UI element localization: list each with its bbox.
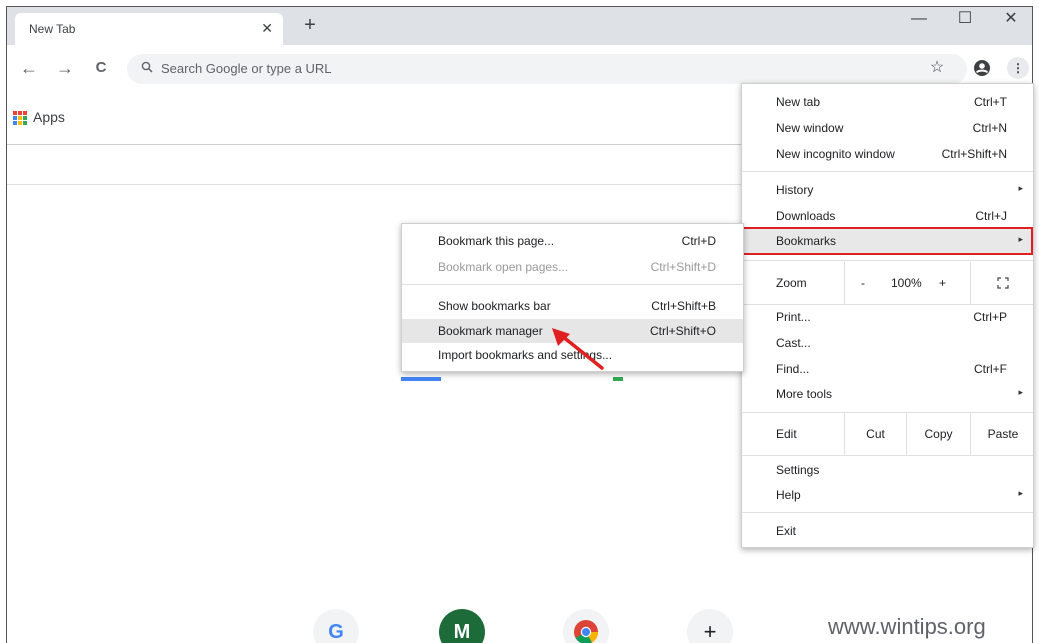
- submenu-shortcut: Ctrl+D: [681, 234, 716, 248]
- submenu-shortcut: Ctrl+Shift+O: [649, 324, 716, 338]
- zoom-out-button[interactable]: -: [861, 262, 865, 304]
- back-icon[interactable]: ←: [19, 58, 39, 78]
- tile-edge: [613, 377, 623, 381]
- submenu-label: Bookmark manager: [438, 324, 543, 338]
- zoom-row: Zoom - 100% +: [742, 262, 1033, 304]
- menu-label: New window: [776, 121, 844, 135]
- window-close-button[interactable]: ✕: [988, 7, 1032, 35]
- submenu-item-bookmark-this-page[interactable]: Bookmark this page... Ctrl+D: [402, 229, 743, 253]
- fullscreen-icon: [997, 277, 1009, 289]
- chevron-right-icon: ▸: [1018, 488, 1023, 498]
- apps-icon[interactable]: [13, 111, 27, 125]
- menu-label: Help: [776, 488, 801, 502]
- menu-shortcut: Ctrl+F: [974, 362, 1007, 376]
- fullscreen-button[interactable]: [970, 262, 1035, 304]
- menu-item-more-tools[interactable]: More tools ▸: [742, 382, 1033, 408]
- zoom-label: Zoom: [776, 276, 807, 290]
- menu-item-new-window[interactable]: New window Ctrl+N: [742, 116, 1033, 142]
- annotation-arrow-icon: [552, 328, 604, 370]
- zoom-in-button[interactable]: +: [939, 262, 946, 304]
- menu-label: More tools: [776, 387, 833, 401]
- submenu-item-bookmark-open-pages[interactable]: Bookmark open pages... Ctrl+Shift+D: [402, 255, 743, 279]
- minimize-button[interactable]: —: [896, 7, 942, 35]
- menu-separator: [742, 260, 1033, 261]
- menu-label: Exit: [776, 524, 797, 538]
- menu-separator: [742, 171, 1033, 172]
- cut-button[interactable]: Cut: [844, 413, 906, 455]
- menu-item-new-tab[interactable]: New tab Ctrl+T: [742, 90, 1033, 116]
- menu-label: New tab: [776, 95, 821, 109]
- shortcut-tile-m[interactable]: M: [439, 609, 485, 643]
- shortcut-tile-google[interactable]: G: [313, 609, 359, 643]
- menu-item-settings[interactable]: Settings: [742, 458, 1033, 484]
- add-shortcut-tile[interactable]: +: [687, 609, 733, 643]
- menu-item-cast[interactable]: Cast...: [742, 331, 1033, 357]
- menu-shortcut: Ctrl+N: [972, 121, 1007, 135]
- submenu-label: Bookmark open pages...: [438, 260, 569, 274]
- menu-item-new-incognito[interactable]: New incognito window Ctrl+Shift+N: [742, 142, 1033, 168]
- edit-row: Edit Cut Copy Paste: [742, 413, 1033, 455]
- menu-separator: [742, 512, 1033, 513]
- submenu-item-show-bookmarks-bar[interactable]: Show bookmarks bar Ctrl+Shift+B: [402, 294, 743, 318]
- menu-label: Bookmarks: [776, 234, 837, 248]
- paste-button[interactable]: Paste: [970, 413, 1035, 455]
- menu-item-bookmarks[interactable]: Bookmarks ▸: [742, 227, 1033, 255]
- copy-button[interactable]: Copy: [906, 413, 970, 455]
- submenu-label: Bookmark this page...: [438, 234, 555, 248]
- menu-item-help[interactable]: Help ▸: [742, 483, 1033, 509]
- zoom-controls: - 100% +: [844, 262, 970, 304]
- omnibox[interactable]: Search Google or type a URL: [127, 54, 967, 84]
- menu-shortcut: Ctrl+Shift+N: [941, 147, 1007, 161]
- menu-separator: [402, 284, 743, 285]
- profile-icon[interactable]: [971, 57, 993, 79]
- menu-label: Settings: [776, 463, 820, 477]
- submenu-shortcut: Ctrl+Shift+B: [651, 299, 716, 313]
- reload-icon[interactable]: C: [91, 58, 111, 78]
- omnibox-placeholder: Search Google or type a URL: [161, 61, 332, 76]
- edit-label: Edit: [776, 427, 797, 441]
- menu-label: Downloads: [776, 209, 836, 223]
- watermark: www.wintips.org: [828, 614, 986, 639]
- menu-label: History: [776, 183, 814, 197]
- menu-label: Print...: [776, 310, 811, 324]
- chevron-right-icon: ▸: [1018, 387, 1023, 397]
- close-icon[interactable]: ✕: [261, 20, 273, 37]
- tab-title: New Tab: [29, 22, 76, 36]
- tile-edge: [401, 377, 441, 381]
- menu-shortcut: Ctrl+J: [975, 209, 1007, 223]
- menu-item-find[interactable]: Find... Ctrl+F: [742, 357, 1033, 383]
- search-icon: [141, 61, 153, 76]
- chevron-right-icon: ▸: [1018, 234, 1023, 244]
- menu-item-exit[interactable]: Exit: [742, 519, 1033, 545]
- menu-shortcut: Ctrl+P: [973, 310, 1007, 324]
- tab-new-tab[interactable]: New Tab ✕: [15, 13, 283, 45]
- zoom-level: 100%: [891, 276, 922, 290]
- chrome-menu: New tab Ctrl+T New window Ctrl+N New inc…: [741, 83, 1034, 548]
- submenu-shortcut: Ctrl+Shift+D: [650, 260, 716, 274]
- submenu-label: Show bookmarks bar: [438, 299, 551, 313]
- tab-strip: New Tab ✕ + — ☐ ✕: [7, 7, 1032, 45]
- menu-shortcut: Ctrl+T: [974, 95, 1007, 109]
- new-tab-button[interactable]: +: [299, 15, 321, 37]
- menu-item-history[interactable]: History ▸: [742, 178, 1033, 204]
- chevron-right-icon: ▸: [1018, 183, 1023, 193]
- menu-item-print[interactable]: Print... Ctrl+P: [742, 305, 1033, 331]
- star-icon[interactable]: ☆: [927, 57, 947, 79]
- forward-icon[interactable]: →: [55, 58, 75, 78]
- menu-label: Cast...: [776, 336, 811, 350]
- menu-icon[interactable]: ⋮: [1007, 57, 1029, 79]
- menu-label: Find...: [776, 362, 810, 376]
- menu-separator: [742, 455, 1033, 456]
- maximize-button[interactable]: ☐: [942, 7, 988, 35]
- shortcut-tile-chrome[interactable]: [563, 609, 609, 643]
- apps-label[interactable]: Apps: [33, 109, 65, 125]
- menu-label: New incognito window: [776, 147, 895, 161]
